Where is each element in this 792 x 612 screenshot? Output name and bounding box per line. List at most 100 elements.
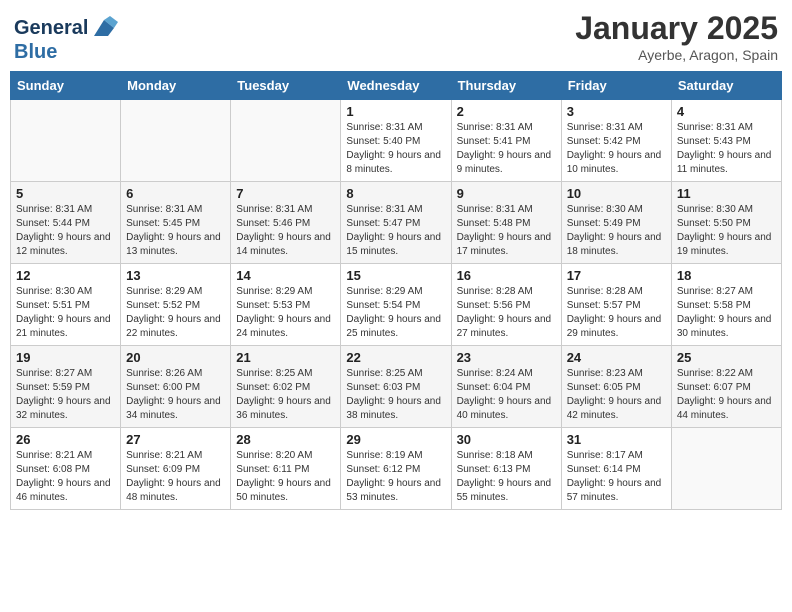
day-info: Sunrise: 8:23 AM Sunset: 6:05 PM Dayligh…: [567, 367, 666, 423]
day-info: Sunrise: 8:29 AM Sunset: 5:54 PM Dayligh…: [346, 285, 445, 341]
day-number: 25: [677, 350, 776, 365]
day-of-week-header: Monday: [121, 72, 231, 100]
day-number: 31: [567, 432, 666, 447]
calendar-cell: [231, 100, 341, 182]
day-number: 8: [346, 186, 445, 201]
calendar-cell: 17 Sunrise: 8:28 AM Sunset: 5:57 PM Dayli…: [561, 264, 671, 346]
day-info: Sunrise: 8:30 AM Sunset: 5:49 PM Dayligh…: [567, 203, 666, 259]
calendar-cell: 4 Sunrise: 8:31 AM Sunset: 5:43 PM Daylig…: [671, 100, 781, 182]
calendar-cell: 20Sunrise: 8:26 AM Sunset: 6:00 PM Dayli…: [121, 346, 231, 428]
day-number: 3: [567, 104, 666, 119]
calendar-week-row: 12Sunrise: 8:30 AM Sunset: 5:51 PM Dayli…: [11, 264, 782, 346]
day-info: Sunrise: 8:31 AM Sunset: 5:40 PM Dayligh…: [346, 121, 445, 177]
day-info: Sunrise: 8:25 AM Sunset: 6:03 PM Dayligh…: [346, 367, 445, 423]
day-number: 5: [16, 186, 115, 201]
day-number: 23: [457, 350, 556, 365]
day-info: Sunrise: 8:30 AM Sunset: 5:51 PM Dayligh…: [16, 285, 115, 341]
calendar-cell: 19 Sunrise: 8:27 AM Sunset: 5:59 PM Dayli…: [11, 346, 121, 428]
day-info: Sunrise: 8:28 AM Sunset: 5:57 PM Dayligh…: [567, 285, 666, 341]
calendar-cell: 9Sunrise: 8:31 AM Sunset: 5:48 PM Daylig…: [451, 182, 561, 264]
day-info: Sunrise: 8:20 AM Sunset: 6:11 PM Dayligh…: [236, 449, 335, 505]
day-of-week-header: Thursday: [451, 72, 561, 100]
day-info: Sunrise: 8:31 AM Sunset: 5:42 PM Dayligh…: [567, 121, 666, 177]
calendar-cell: 7Sunrise: 8:31 AM Sunset: 5:46 PM Daylig…: [231, 182, 341, 264]
calendar-cell: 11 Sunrise: 8:30 AM Sunset: 5:50 PM Dayli…: [671, 182, 781, 264]
day-number: 2: [457, 104, 556, 119]
calendar-cell: 3 Sunrise: 8:31 AM Sunset: 5:42 PM Daylig…: [561, 100, 671, 182]
location: Ayerbe, Aragon, Spain: [575, 47, 778, 63]
calendar-table: SundayMondayTuesdayWednesdayThursdayFrid…: [10, 71, 782, 510]
day-info: Sunrise: 8:22 AM Sunset: 6:07 PM Dayligh…: [677, 367, 776, 423]
calendar-cell: 15 Sunrise: 8:29 AM Sunset: 5:54 PM Dayli…: [341, 264, 451, 346]
day-number: 6: [126, 186, 225, 201]
calendar-cell: 25 Sunrise: 8:22 AM Sunset: 6:07 PM Dayli…: [671, 346, 781, 428]
calendar-header-row: SundayMondayTuesdayWednesdayThursdayFrid…: [11, 72, 782, 100]
day-number: 30: [457, 432, 556, 447]
day-info: Sunrise: 8:17 AM Sunset: 6:14 PM Dayligh…: [567, 449, 666, 505]
day-info: Sunrise: 8:19 AM Sunset: 6:12 PM Dayligh…: [346, 449, 445, 505]
calendar-cell: 28 Sunrise: 8:20 AM Sunset: 6:11 PM Dayli…: [231, 428, 341, 510]
day-of-week-header: Saturday: [671, 72, 781, 100]
day-info: Sunrise: 8:18 AM Sunset: 6:13 PM Dayligh…: [457, 449, 556, 505]
day-of-week-header: Tuesday: [231, 72, 341, 100]
day-info: Sunrise: 8:29 AM Sunset: 5:53 PM Dayligh…: [236, 285, 335, 341]
day-info: Sunrise: 8:31 AM Sunset: 5:46 PM Dayligh…: [236, 203, 335, 259]
logo-text-general: General: [14, 18, 88, 38]
day-number: 16: [457, 268, 556, 283]
day-number: 28: [236, 432, 335, 447]
day-number: 19: [16, 350, 115, 365]
calendar-cell: 2 Sunrise: 8:31 AM Sunset: 5:41 PM Daylig…: [451, 100, 561, 182]
logo: General Blue: [14, 14, 118, 62]
day-number: 11: [677, 186, 776, 201]
page-header: General Blue January 2025 Ayerbe, Aragon…: [10, 10, 782, 63]
day-of-week-header: Friday: [561, 72, 671, 100]
day-number: 20: [126, 350, 225, 365]
day-number: 24: [567, 350, 666, 365]
calendar-week-row: 26 Sunrise: 8:21 AM Sunset: 6:08 PM Dayli…: [11, 428, 782, 510]
calendar-cell: 21Sunrise: 8:25 AM Sunset: 6:02 PM Dayli…: [231, 346, 341, 428]
calendar-cell: 30 Sunrise: 8:18 AM Sunset: 6:13 PM Dayli…: [451, 428, 561, 510]
calendar-cell: 18 Sunrise: 8:27 AM Sunset: 5:58 PM Dayli…: [671, 264, 781, 346]
calendar-week-row: 1 Sunrise: 8:31 AM Sunset: 5:40 PM Daylig…: [11, 100, 782, 182]
day-info: Sunrise: 8:28 AM Sunset: 5:56 PM Dayligh…: [457, 285, 556, 341]
day-info: Sunrise: 8:30 AM Sunset: 5:50 PM Dayligh…: [677, 203, 776, 259]
day-info: Sunrise: 8:31 AM Sunset: 5:43 PM Dayligh…: [677, 121, 776, 177]
day-info: Sunrise: 8:27 AM Sunset: 5:58 PM Dayligh…: [677, 285, 776, 341]
month-title: January 2025: [575, 10, 778, 47]
calendar-cell: 8Sunrise: 8:31 AM Sunset: 5:47 PM Daylig…: [341, 182, 451, 264]
day-info: Sunrise: 8:24 AM Sunset: 6:04 PM Dayligh…: [457, 367, 556, 423]
day-info: Sunrise: 8:21 AM Sunset: 6:08 PM Dayligh…: [16, 449, 115, 505]
calendar-cell: 6Sunrise: 8:31 AM Sunset: 5:45 PM Daylig…: [121, 182, 231, 264]
day-number: 10: [567, 186, 666, 201]
calendar-cell: 26 Sunrise: 8:21 AM Sunset: 6:08 PM Dayli…: [11, 428, 121, 510]
calendar-week-row: 5Sunrise: 8:31 AM Sunset: 5:44 PM Daylig…: [11, 182, 782, 264]
day-number: 18: [677, 268, 776, 283]
day-number: 13: [126, 268, 225, 283]
day-info: Sunrise: 8:27 AM Sunset: 5:59 PM Dayligh…: [16, 367, 115, 423]
day-info: Sunrise: 8:31 AM Sunset: 5:48 PM Dayligh…: [457, 203, 556, 259]
calendar-cell: [11, 100, 121, 182]
logo-text-blue: Blue: [14, 42, 57, 62]
day-number: 17: [567, 268, 666, 283]
day-number: 1: [346, 104, 445, 119]
day-number: 15: [346, 268, 445, 283]
day-number: 27: [126, 432, 225, 447]
calendar-cell: [671, 428, 781, 510]
day-info: Sunrise: 8:21 AM Sunset: 6:09 PM Dayligh…: [126, 449, 225, 505]
day-info: Sunrise: 8:29 AM Sunset: 5:52 PM Dayligh…: [126, 285, 225, 341]
calendar-cell: 10 Sunrise: 8:30 AM Sunset: 5:49 PM Dayli…: [561, 182, 671, 264]
day-number: 4: [677, 104, 776, 119]
calendar-cell: 14Sunrise: 8:29 AM Sunset: 5:53 PM Dayli…: [231, 264, 341, 346]
title-area: January 2025 Ayerbe, Aragon, Spain: [575, 10, 778, 63]
day-number: 26: [16, 432, 115, 447]
day-of-week-header: Wednesday: [341, 72, 451, 100]
calendar-cell: [121, 100, 231, 182]
calendar-cell: 1 Sunrise: 8:31 AM Sunset: 5:40 PM Daylig…: [341, 100, 451, 182]
calendar-week-row: 19 Sunrise: 8:27 AM Sunset: 5:59 PM Dayli…: [11, 346, 782, 428]
calendar-cell: 13 Sunrise: 8:29 AM Sunset: 5:52 PM Dayli…: [121, 264, 231, 346]
day-number: 29: [346, 432, 445, 447]
day-info: Sunrise: 8:31 AM Sunset: 5:41 PM Dayligh…: [457, 121, 556, 177]
calendar-cell: 29 Sunrise: 8:19 AM Sunset: 6:12 PM Dayli…: [341, 428, 451, 510]
logo-icon: [90, 14, 118, 42]
calendar-cell: 16 Sunrise: 8:28 AM Sunset: 5:56 PM Dayli…: [451, 264, 561, 346]
